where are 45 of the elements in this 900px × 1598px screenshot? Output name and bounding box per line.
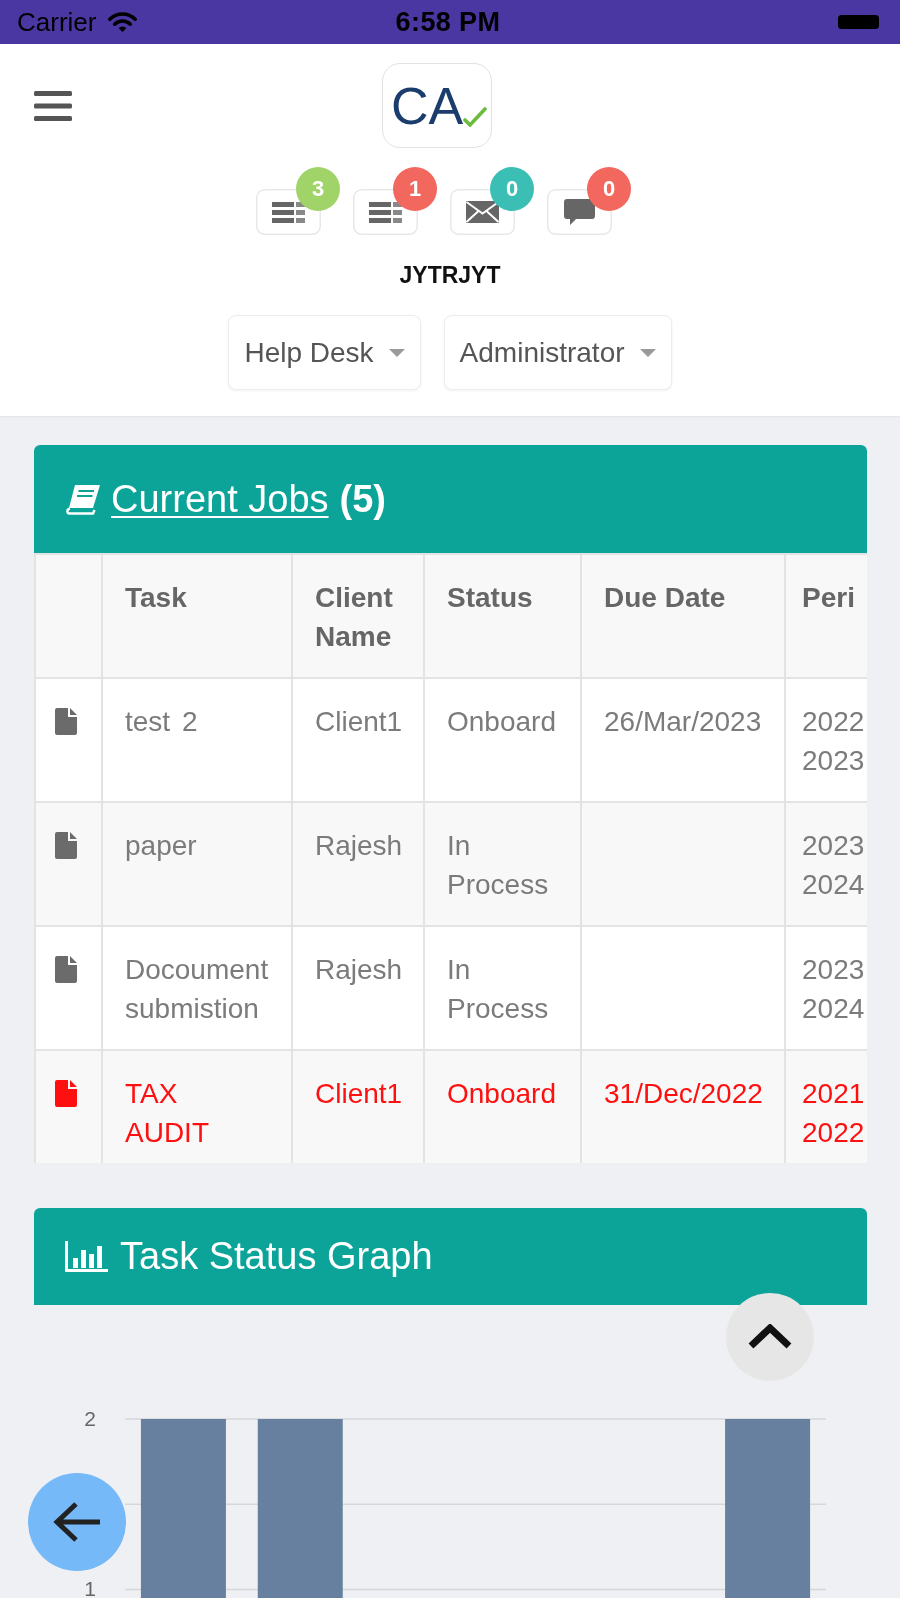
count-badge: 0 <box>587 167 631 211</box>
bar-chart-icon <box>65 1241 108 1272</box>
column-header: Task <box>102 554 292 678</box>
shortcut-button[interactable]: 0 <box>450 167 534 235</box>
arrow-left-icon <box>52 1501 102 1543</box>
table-cell: paper <box>102 802 292 926</box>
tasks-icon <box>369 201 402 223</box>
column-header: Due Date <box>581 554 785 678</box>
tasks-icon <box>272 201 305 223</box>
dropdown[interactable]: Help Desk <box>228 315 421 390</box>
book-icon <box>66 483 101 515</box>
user-name: JYTRJYT <box>399 261 501 289</box>
job-count: (5) <box>339 477 386 521</box>
wifi-icon <box>107 11 139 33</box>
file-icon <box>55 708 77 735</box>
carrier-label: Carrier <box>17 7 97 37</box>
file-icon <box>55 832 77 859</box>
chevron-up-icon <box>747 1324 793 1350</box>
current-jobs-link[interactable]: Current Jobs <box>66 477 329 521</box>
caret-icon <box>639 348 656 357</box>
column-header: Client Name <box>292 554 424 678</box>
column-header: Peri <box>785 554 867 678</box>
file-icon <box>55 1080 77 1107</box>
logo-text: CA <box>391 75 464 136</box>
column-header: Status <box>424 554 581 678</box>
axis-label: 1 <box>84 1577 96 1598</box>
count-badge: 0 <box>490 167 534 211</box>
panel-title: Task Status Graph <box>120 1235 433 1278</box>
shortcut-button[interactable]: 1 <box>353 167 437 235</box>
chat-icon <box>564 199 595 225</box>
table-cell: In Process <box>424 802 581 926</box>
menu-icon[interactable] <box>34 90 72 121</box>
caret-icon <box>388 348 405 357</box>
check-mark-icon <box>463 106 488 127</box>
count-badge: 3 <box>296 167 340 211</box>
file-icon <box>55 956 77 983</box>
count-badge: 1 <box>393 167 437 211</box>
battery-icon <box>838 15 879 29</box>
shortcut-button[interactable]: 3 <box>256 167 340 235</box>
dropdown[interactable]: Administrator <box>443 315 672 390</box>
axis-label: 2 <box>84 1407 96 1430</box>
table-cell: Rajesh <box>292 802 424 926</box>
shortcut-button[interactable]: 0 <box>547 167 631 235</box>
clock-time: 6:58 PM <box>395 7 501 37</box>
mail-icon <box>466 201 499 223</box>
